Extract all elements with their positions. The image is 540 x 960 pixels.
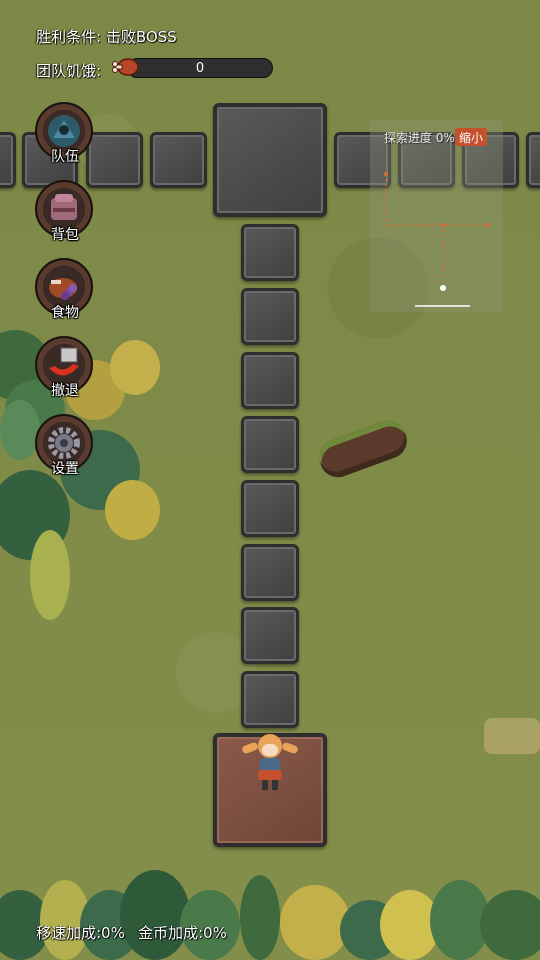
menu-backpack-button[interactable]: 背包 <box>31 180 99 246</box>
minimap[interactable] <box>370 120 503 312</box>
menu-retreat-label: 撤退 <box>51 383 79 399</box>
gold-bonus: 金币加成:0% <box>138 924 227 942</box>
exploration-progress: 探索进度 0% <box>384 131 455 145</box>
menu-team-button[interactable]: 队伍 <box>31 102 99 168</box>
victory-condition: 胜利条件: 击败BOSS <box>36 28 177 46</box>
menu-food-button[interactable]: 食物 <box>31 258 99 324</box>
menu-food-label: 食物 <box>51 305 79 321</box>
meat-icon <box>112 56 140 78</box>
minimap-shrink-button[interactable]: 缩小 <box>455 128 487 146</box>
menu-settings-label: 设置 <box>51 461 79 477</box>
hunger-label: 团队饥饿: <box>36 62 102 80</box>
menu-retreat-button[interactable]: 撤退 <box>31 336 99 402</box>
player-character[interactable] <box>240 730 300 794</box>
hunger-value: 0 <box>195 60 205 76</box>
speed-bonus: 移速加成:0% <box>36 924 125 942</box>
menu-team-label: 队伍 <box>51 149 79 165</box>
hunger-bar: 0 <box>127 58 273 78</box>
menu-settings-button[interactable]: 设置 <box>31 414 99 480</box>
dirt-patch <box>484 718 540 754</box>
menu-backpack-label: 背包 <box>51 227 79 243</box>
